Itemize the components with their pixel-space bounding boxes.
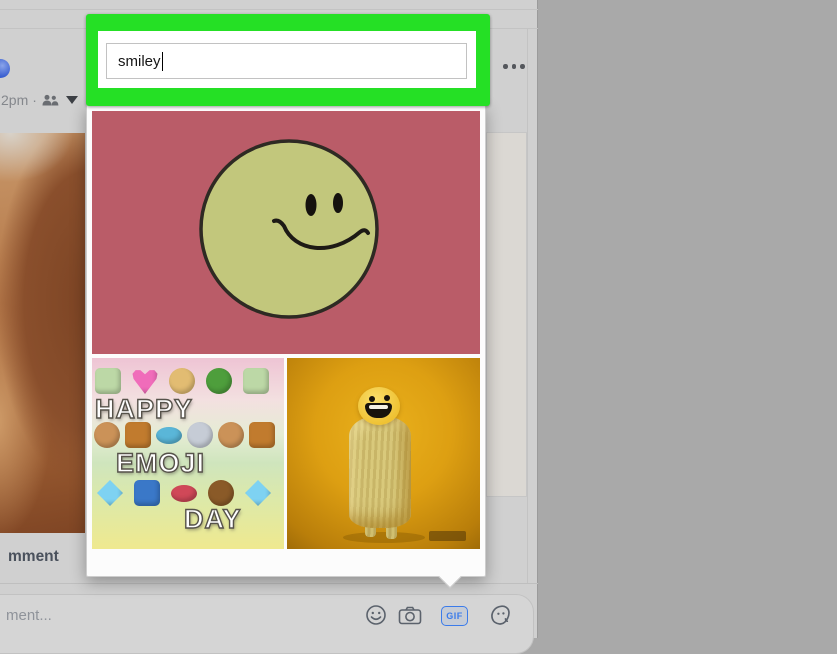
- post-more-menu-button[interactable]: [503, 64, 525, 69]
- hamburger-emoji: [125, 422, 151, 448]
- emoji-row: [94, 422, 275, 448]
- post-timestamp: 2pm: [1, 92, 28, 108]
- post-meta-row: 2pm ·: [1, 92, 78, 108]
- facebook-page-column: 2pm · mment ment...: [0, 0, 538, 638]
- gem-stone-emoji: [97, 480, 123, 506]
- sparkling-heart-emoji: [132, 368, 158, 394]
- gif-word-happy: HAPPY: [95, 394, 193, 425]
- creature-eye: [384, 395, 390, 401]
- gif-watermark: [429, 531, 466, 541]
- post-card-bottom-divider: [0, 583, 538, 584]
- gif-picker-popup: HAPPY EMOJI DAY: [86, 104, 486, 577]
- text-cursor: [162, 52, 164, 71]
- noodle-bowl-emoji: [169, 368, 195, 394]
- tropical-fish-emoji: [156, 427, 182, 444]
- creature-smiley-head: [358, 387, 400, 425]
- dog-face-emoji: [94, 422, 120, 448]
- post-photo-right-edge: [486, 132, 527, 497]
- screenshot-root: 2pm · mment ment...: [0, 0, 837, 638]
- cutoff-blue-icon: [0, 59, 10, 78]
- attach-photo-camera-icon[interactable]: [397, 604, 423, 626]
- poop-emoji: [208, 480, 234, 506]
- water-wave-emoji: [134, 480, 160, 506]
- gif-search-input[interactable]: smiley: [106, 43, 467, 79]
- gif-result-fuzzy-smiley-creature[interactable]: [287, 358, 480, 549]
- euro-banknote-emoji: [95, 368, 121, 394]
- gif-word-day: DAY: [184, 504, 242, 535]
- creature-teeth: [369, 405, 388, 409]
- gif-result-happy-emoji-day[interactable]: HAPPY EMOJI DAY: [92, 358, 284, 549]
- post-card-right-edge: [527, 28, 528, 583]
- emoji-row: [97, 480, 271, 506]
- insert-emoji-icon[interactable]: [364, 603, 388, 627]
- top-divider-line: [0, 9, 538, 10]
- gif-result-smiley-face[interactable]: [92, 111, 480, 354]
- sticker-icon[interactable]: [488, 603, 513, 628]
- comment-action-button[interactable]: mment: [8, 548, 59, 566]
- creature-furry-body: [349, 416, 411, 528]
- gem-stone-emoji: [245, 480, 271, 506]
- gif-word-emoji: EMOJI: [116, 448, 205, 479]
- meta-dot-separator: ·: [32, 92, 37, 108]
- emoji-row: [95, 368, 269, 394]
- creature-eye: [369, 396, 375, 402]
- privacy-friends-icon: [41, 94, 59, 107]
- palm-tree-emoji: [206, 368, 232, 394]
- gif-picker-button[interactable]: GIF: [441, 606, 468, 626]
- cd-disc-emoji: [187, 422, 213, 448]
- post-photo-dog[interactable]: [0, 133, 85, 533]
- highlight-inner-panel: smiley: [98, 31, 476, 88]
- hamburger-emoji: [249, 422, 275, 448]
- euro-banknote-emoji: [243, 368, 269, 394]
- creature-shadow: [343, 532, 425, 543]
- dog-face-emoji: [218, 422, 244, 448]
- creature-mouth: [365, 403, 392, 418]
- gif-search-value: smiley: [118, 53, 161, 70]
- comment-input-placeholder[interactable]: ment...: [6, 607, 52, 624]
- lips-emoji: [171, 485, 197, 502]
- highlight-box: smiley: [86, 14, 490, 106]
- dropdown-caret-icon: [66, 96, 78, 104]
